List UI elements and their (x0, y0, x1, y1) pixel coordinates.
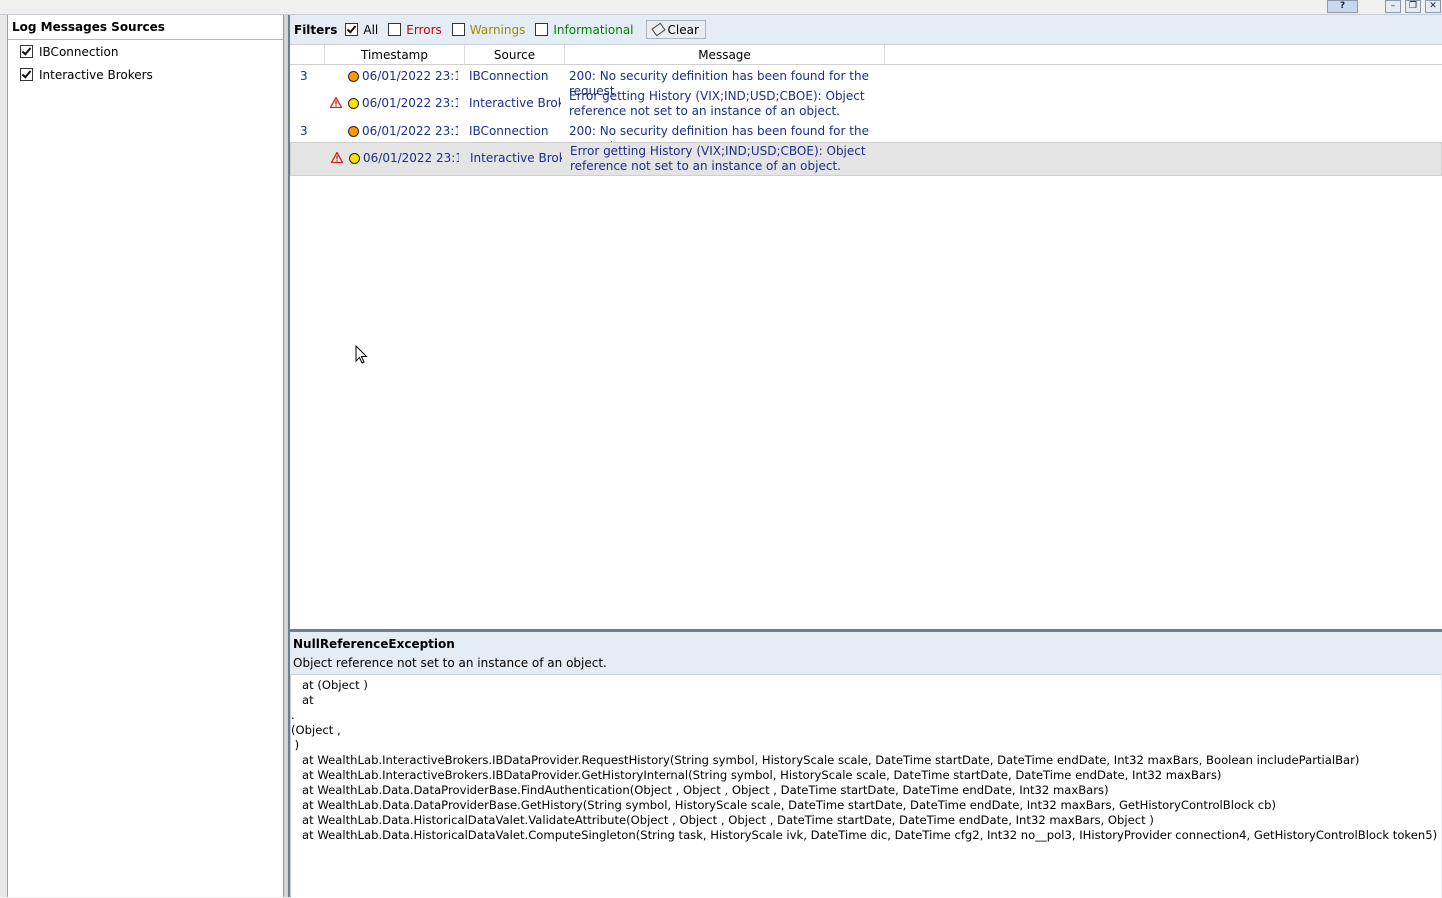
clear-button[interactable]: Clear (645, 20, 706, 39)
row-count: 3 (300, 69, 308, 83)
stack-line: . (291, 708, 295, 722)
stack-line: ) (291, 738, 300, 752)
row-message: Error getting History (VIX;IND;USD;CBOE)… (569, 89, 865, 118)
column-header-timestamp[interactable]: Timestamp (325, 45, 465, 64)
filter-errors-checkbox[interactable] (388, 23, 402, 36)
row-message: Error getting History (VIX;IND;USD;CBOE)… (570, 144, 866, 173)
filter-bar: Filters All Errors Warnings Informationa… (290, 15, 1442, 45)
log-row[interactable]: 06/01/2022 23:16:4 Interactive Broke Err… (290, 87, 1440, 121)
stack-line: at (291, 693, 314, 707)
stack-line: at WealthLab.InteractiveBrokers.IBDataPr… (291, 768, 1222, 782)
severity-dot-icon (349, 153, 360, 164)
row-source: Interactive Broke (469, 96, 561, 110)
filter-errors-label: Errors (406, 22, 442, 37)
log-row-selected[interactable]: 06/01/2022 23:16:4 Interactive Broke Err… (290, 142, 1442, 176)
filter-warnings-checkbox[interactable] (451, 23, 465, 36)
source-checkbox-ibconnection[interactable] (20, 45, 33, 58)
stack-line: at WealthLab.Data.DataProviderBase.GetHi… (291, 798, 1277, 812)
severity-dot-icon (348, 126, 359, 137)
eraser-icon (650, 22, 666, 37)
filter-informational[interactable]: Informational (535, 22, 634, 37)
left-edge-strip (0, 15, 8, 897)
row-timestamp: 06/01/2022 23:16:4 (362, 124, 458, 138)
source-item-ibconnection[interactable]: IBConnection (8, 40, 283, 63)
source-label: IBConnection (39, 44, 119, 59)
severity-dot-icon (348, 71, 359, 82)
stack-line: at WealthLab.Data.HistoricalDataValet.Va… (291, 813, 1154, 827)
mouse-cursor-icon (355, 345, 368, 364)
exception-type: NullReferenceException (293, 637, 455, 651)
stack-trace[interactable]: at (Object ) at . (Object , ) at WealthL… (290, 674, 1441, 898)
source-label: Interactive Brokers (39, 67, 153, 82)
warning-icon (330, 97, 342, 108)
stack-line: at (Object ) (291, 678, 368, 692)
stack-line: at WealthLab.Data.HistoricalDataValet.Co… (291, 828, 1438, 842)
filter-all[interactable]: All (345, 23, 378, 37)
source-checkbox-interactive-brokers[interactable] (20, 68, 33, 81)
exception-message: Object reference not set to an instance … (293, 656, 607, 670)
stack-line: at WealthLab.Data.DataProviderBase.FindA… (291, 783, 1109, 797)
column-header-count[interactable] (290, 45, 325, 64)
filter-warnings-label: Warnings (469, 22, 526, 37)
row-timestamp: 06/01/2022 23:16:4 (362, 96, 458, 110)
warning-icon (331, 152, 343, 163)
source-item-interactive-brokers[interactable]: Interactive Brokers (8, 63, 283, 86)
stack-line: (Object , (291, 723, 341, 737)
log-sources-panel: Log Messages Sources IBConnection Intera… (8, 15, 284, 897)
window-title-bar: ? – ❐ ✕ (0, 0, 1442, 15)
log-row[interactable]: 3 06/01/2022 23:16:4 IBConnection 200: N… (290, 121, 1440, 153)
filter-all-checkbox[interactable] (345, 23, 359, 36)
row-source: IBConnection (469, 124, 549, 138)
filter-all-label: All (363, 22, 379, 37)
grid-header: Timestamp Source Message (290, 45, 1442, 65)
row-count: 3 (300, 124, 308, 138)
row-source: IBConnection (469, 69, 549, 83)
filter-informational-label: Informational (553, 22, 634, 37)
maximize-button[interactable]: ❐ (1405, 0, 1421, 13)
log-messages-panel: Filters All Errors Warnings Informationa… (288, 15, 1442, 629)
row-timestamp: 06/01/2022 23:16:4 (363, 151, 459, 165)
log-sources-title: Log Messages Sources (8, 15, 283, 40)
severity-dot-icon (348, 98, 359, 109)
row-source: Interactive Broke (470, 151, 562, 165)
filters-label: Filters (294, 22, 338, 37)
column-header-source[interactable]: Source (465, 45, 565, 64)
filter-warnings[interactable]: Warnings (451, 22, 526, 37)
close-button[interactable]: ✕ (1425, 0, 1441, 13)
exception-detail-panel: NullReferenceException Object reference … (288, 632, 1442, 898)
minimize-button[interactable]: – (1385, 0, 1401, 13)
help-button[interactable]: ? (1327, 0, 1358, 13)
stack-line: at WealthLab.InteractiveBrokers.IBDataPr… (291, 753, 1360, 767)
clear-button-label: Clear (667, 22, 699, 37)
row-timestamp: 06/01/2022 23:16:4 (362, 69, 458, 83)
filter-errors[interactable]: Errors (388, 23, 442, 37)
log-row[interactable]: 3 06/01/2022 23:16:4 IBConnection 200: N… (290, 66, 1440, 98)
column-header-message[interactable]: Message (565, 45, 885, 64)
filter-informational-checkbox[interactable] (535, 23, 549, 36)
